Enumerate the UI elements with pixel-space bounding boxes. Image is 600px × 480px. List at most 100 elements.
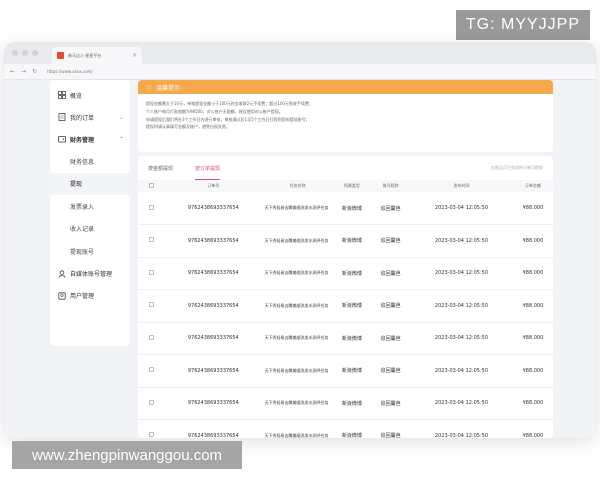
- notice-line: 提现时请认真填写金额及账户，避免出现失败。: [146, 124, 230, 130]
- publish-time: 2023-03-04 12:05:50: [434, 335, 489, 342]
- window-controls[interactable]: [12, 50, 38, 56]
- nickname: 追回馨芭: [380, 270, 401, 277]
- sidebar-item-users[interactable]: 用户管理: [50, 285, 130, 307]
- task-name: 天下秀轻易去腾美顺洗发水测评任务: [264, 237, 329, 243]
- row-checkbox[interactable]: [148, 334, 154, 340]
- notice-line: 提现金额需大于10元，单笔提现金额小于100元时会收取2元手续费；超过100元免…: [146, 101, 313, 106]
- amount: ¥88.000: [522, 335, 544, 342]
- nickname: 追回馨芭: [380, 205, 401, 212]
- type: 新浪微博: [341, 270, 362, 277]
- row-checkbox[interactable]: [148, 399, 154, 405]
- grid-icon: [58, 91, 66, 99]
- row-checkbox[interactable]: [148, 367, 154, 373]
- type: 新浪微博: [341, 400, 362, 407]
- amount: ¥88.000: [522, 237, 544, 244]
- table-row[interactable]: 9762438693337654 天下秀轻易去腾美顺洗发水测评任务 新浪微博 追回馨芭…: [138, 420, 553, 439]
- type: 新浪微博: [341, 238, 362, 245]
- publish-time: 2023-03-04 12:05:50: [434, 432, 489, 438]
- sidebar-subitem-invoice[interactable]: 发票录入: [50, 195, 130, 218]
- tab-by-amount[interactable]: 按金额提现: [148, 165, 173, 172]
- row-checkbox[interactable]: [148, 204, 154, 210]
- col-amount: 订单金额: [524, 183, 541, 188]
- col-type: 所属类型: [343, 183, 360, 188]
- publish-time: 2023-03-04 12:05:50: [434, 205, 489, 211]
- order-id: 9762438693337654: [187, 237, 239, 244]
- sidebar-item-overview[interactable]: 概览: [50, 84, 130, 106]
- users-icon: [58, 291, 66, 300]
- type: 新浪微博: [341, 368, 362, 375]
- col-publish-time: 发布时间: [453, 183, 470, 188]
- document-icon: [58, 113, 66, 121]
- checkbox-cell: [138, 322, 164, 355]
- notice-card: ⓘ 温馨提示 提现金额需大于10元，单笔提现金额小于100元时会收取2元手续费；…: [138, 80, 553, 152]
- nickname: 追回馨芭: [380, 433, 401, 438]
- watermark: www.zhengpinwanggou.com: [12, 441, 242, 469]
- sidebar-subitem-income[interactable]: 收入记录: [50, 218, 130, 241]
- amount: ¥88.000: [522, 302, 544, 309]
- sidebar-item-media[interactable]: 自媒体账号管理: [50, 263, 130, 285]
- col-task-name: 任务名称: [289, 183, 306, 188]
- orders-panel: 按金额提现 按订单提现 仅限当月已完成的订单可提现 订单号 任务名称 所属类型 …: [138, 156, 553, 438]
- notice-line: 个人账户每月打款限额为98500，对公账户无限额，建议使用对公账户提现。: [146, 108, 283, 114]
- type: 新浪微博: [341, 205, 362, 212]
- sidebar-item-label: 财务管理: [70, 136, 95, 144]
- table-row[interactable]: 9762438693337654 天下秀轻易去腾美顺洗发水测评任务 新浪微博 追回馨芭…: [138, 192, 553, 225]
- row-checkbox[interactable]: [148, 237, 154, 243]
- checkbox-cell: [138, 192, 164, 225]
- tab-by-order[interactable]: 按订单提现: [195, 165, 221, 180]
- sidebar: 概览 我的订单 ⌄ 财务管理 ⌃ 财务信息 提现 发票录入 收入记录 提现账号 …: [50, 80, 130, 346]
- nickname: 追回馨芭: [380, 303, 401, 310]
- close-icon[interactable]: ×: [132, 52, 137, 59]
- reload-icon[interactable]: ↻: [32, 68, 37, 75]
- task-name: 天下秀轻易去腾美顺洗发水测评任务: [264, 270, 329, 276]
- table-row[interactable]: 9762438693337654 天下秀轻易去腾美顺洗发水测评任务 新浪微博 追回馨芭…: [138, 290, 553, 322]
- amount: ¥88.000: [522, 270, 544, 277]
- sidebar-item-label: 自媒体账号管理: [70, 271, 113, 278]
- row-checkbox[interactable]: [148, 432, 154, 438]
- sidebar-item-my-orders[interactable]: 我的订单 ⌄: [50, 106, 130, 128]
- order-id: 9762438693337654: [187, 432, 239, 438]
- sidebar-subitem-withdraw[interactable]: 提现: [50, 172, 130, 195]
- wallet-icon: [58, 136, 66, 143]
- sidebar-subitem-withdraw-account[interactable]: 提现账号: [50, 240, 130, 263]
- select-all-checkbox[interactable]: [148, 183, 154, 188]
- table-row[interactable]: 9762438693337654 天下秀轻易去腾美顺洗发水测评任务 新浪微博 追回馨芭…: [138, 387, 553, 420]
- table-row[interactable]: 9762438693337654 天下秀轻易去腾美顺洗发水测评任务 新浪微博 追回馨芭…: [138, 322, 553, 355]
- sidebar-item-label: 概览: [70, 92, 83, 100]
- nickname: 追回馨芭: [380, 335, 401, 342]
- order-id: 9762438693337654: [187, 270, 239, 277]
- type: 新浪微博: [341, 433, 362, 438]
- row-checkbox[interactable]: [148, 269, 154, 275]
- amount: ¥88.000: [522, 400, 544, 407]
- task-name: 天下秀轻易去腾美顺洗发水测评任务: [264, 205, 329, 210]
- order-id: 9762438693337654: [187, 205, 239, 211]
- publish-time: 2023-03-04 12:05:50: [434, 367, 489, 374]
- row-checkbox[interactable]: [148, 302, 154, 308]
- forward-icon[interactable]: →: [21, 68, 26, 75]
- publish-time: 2023-03-04 12:05:50: [434, 270, 489, 277]
- url-field[interactable]: https://www.xxxx.com/: [47, 69, 93, 74]
- browser-tab[interactable]: 新马达人·星星平台 ×: [52, 47, 142, 64]
- withdraw-tabs: 按金额提现 按订单提现 仅限当月已完成的订单可提现: [138, 156, 553, 180]
- address-bar: ← → ↻ https://www.xxxx.com/: [4, 64, 596, 80]
- sidebar-subitem-finance-info[interactable]: 财务信息: [50, 150, 130, 173]
- publish-time: 2023-03-04 12:05:50: [434, 302, 489, 309]
- publish-time: 2023-03-04 12:05:50: [434, 237, 489, 244]
- nickname: 追回馨芭: [380, 368, 401, 375]
- order-id: 9762438693337654: [187, 302, 239, 309]
- table-row[interactable]: 9762438693337654 天下秀轻易去腾美顺洗发水测评任务 新浪微博 追回馨芭…: [138, 257, 553, 290]
- task-name: 天下秀轻易去腾美顺洗发水测评任务: [264, 432, 329, 438]
- back-icon[interactable]: ←: [10, 68, 15, 75]
- checkbox-cell: [138, 420, 164, 439]
- task-name: 天下秀轻易去腾美顺洗发水测评任务: [264, 302, 329, 308]
- nickname: 追回馨芭: [380, 238, 401, 245]
- orders-table: 订单号 任务名称 所属类型 账号昵称 发布时间 订单金额 97624386933…: [138, 180, 553, 438]
- sidebar-item-finance[interactable]: 财务管理 ⌃: [50, 128, 130, 150]
- favicon-icon: [57, 52, 64, 59]
- table-row[interactable]: 9762438693337654 天下秀轻易去腾美顺洗发水测评任务 新浪微博 追回馨芭…: [138, 225, 553, 257]
- amount: ¥88.000: [522, 367, 544, 374]
- tab-strip: 新马达人·星星平台 ×: [4, 42, 596, 64]
- checkbox-cell: [138, 387, 164, 420]
- table-row[interactable]: 9762438693337654 天下秀轻易去腾美顺洗发水测评任务 新浪微博 追回馨芭…: [138, 355, 553, 387]
- main-content: ⓘ 温馨提示 提现金额需大于10元，单笔提现金额小于100元时会收取2元手续费；…: [138, 80, 553, 438]
